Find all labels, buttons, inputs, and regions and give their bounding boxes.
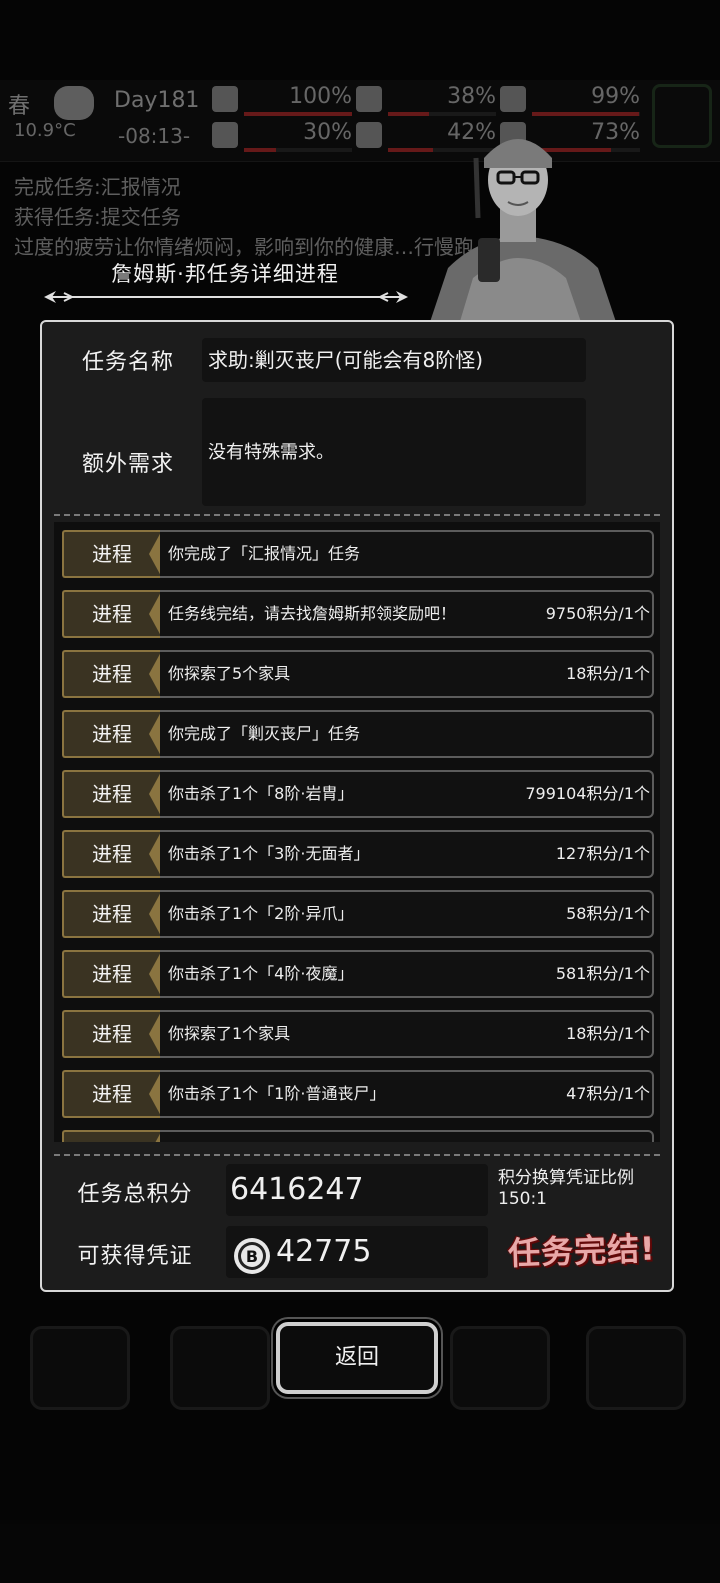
voucher-field: B 42775 xyxy=(226,1226,488,1278)
stat-value: 38% xyxy=(447,84,496,109)
progress-tag: 进程 xyxy=(62,1130,161,1142)
cloud-icon xyxy=(54,86,94,120)
progress-text: 你击杀了1个「8阶·岩胄」 xyxy=(168,784,354,803)
npc-portrait xyxy=(428,139,618,328)
progress-row: 进程 你击杀了1个「2阶·异爪」 58积分/1个 xyxy=(62,888,654,938)
thermometer-icon xyxy=(212,122,238,148)
progress-tag: 进程 xyxy=(62,770,161,818)
divider xyxy=(54,514,660,516)
progress-row: 进程 你击杀了1个「1阶·普通丧尸」 47积分/1个 xyxy=(62,1068,654,1118)
stat-health: 100% xyxy=(212,84,352,118)
progress-points: 58积分/1个 xyxy=(566,904,650,923)
progress-tag: 进程 xyxy=(62,950,161,998)
progress-list[interactable]: 进程 你完成了「汇报情况」任务 进程 任务线完结，请去找詹姆斯邦领奖励吧！ 975… xyxy=(54,522,660,1142)
progress-row: 进程 你击杀了1个「3阶·无面者」 127积分/1个 xyxy=(62,828,654,878)
cart-icon xyxy=(450,1326,550,1410)
progress-text: 你探索了1个家具 xyxy=(168,1024,291,1043)
progress-points: 18积分/1个 xyxy=(566,664,650,683)
progress-tag: 进程 xyxy=(62,1070,161,1118)
progress-points: 581积分/1个 xyxy=(555,964,650,983)
title-ornament xyxy=(44,291,408,303)
progress-text: 你击杀了1个「3阶·无面者」 xyxy=(168,844,370,863)
progress-tag: 进程 xyxy=(62,1010,161,1058)
extra-requirement-label: 额外需求 xyxy=(78,446,178,478)
stat-value: 100% xyxy=(289,84,352,109)
exchange-rate-value: 150:1 xyxy=(498,1189,547,1209)
season-label: 春 xyxy=(8,94,31,119)
progress-points: 47积分/1个 xyxy=(566,1084,650,1103)
task-complete-status: 任务完结! xyxy=(507,1229,657,1273)
progress-row: 进程 任务线完结，请去找詹姆斯邦领奖励吧！ 9750积分/1个 xyxy=(62,588,654,638)
progress-tag: 进程 xyxy=(62,710,161,758)
voucher-coin-icon: B xyxy=(234,1238,270,1274)
stat-value: 30% xyxy=(303,120,352,145)
progress-tag: 进程 xyxy=(62,830,161,878)
stomach-icon xyxy=(356,86,382,112)
progress-points: 18积分/1个 xyxy=(566,1024,650,1043)
divider xyxy=(54,1154,660,1156)
progress-row: 进程 你探索了1个家具 18积分/1个 xyxy=(62,1008,654,1058)
progress-tag: 进程 xyxy=(62,650,161,698)
stat-value: 99% xyxy=(591,84,640,109)
progress-row: 进程 你完成了「剿灭丧尸」任务 xyxy=(62,708,654,758)
backpack-icon xyxy=(30,1326,130,1410)
exchange-rate-label: 积分换算凭证比例 xyxy=(498,1168,634,1188)
progress-row: 进程 你完成了「汇报情况」任务 xyxy=(62,528,654,578)
brain-icon xyxy=(170,1326,270,1410)
progress-tag: 进程 xyxy=(62,890,161,938)
progress-text: 任务线完结，请去找詹姆斯邦领奖励吧！ xyxy=(168,604,457,623)
progress-row: 进程 你击杀了1个「8阶·岩胄」 799104积分/1个 xyxy=(62,768,654,818)
progress-text: 你击杀了1个「1阶·普通丧尸」 xyxy=(168,1084,386,1103)
exchange-rate: 积分换算凭证比例 150:1 xyxy=(498,1168,668,1210)
svg-text:B: B xyxy=(246,1247,258,1266)
progress-row: 进程 你探索了5个家具 18积分/1个 xyxy=(62,648,654,698)
progress-points: 9750积分/1个 xyxy=(545,604,650,623)
dialog-title: 詹姆斯·邦任务详细进程 xyxy=(111,262,339,286)
task-name-label: 任务名称 xyxy=(78,344,178,376)
progress-row-partial: 进程 xyxy=(62,1128,654,1142)
menu-icon xyxy=(586,1326,686,1410)
progress-text: 你完成了「汇报情况」任务 xyxy=(168,544,361,563)
temperature-label: 10.9°C xyxy=(14,120,76,141)
bottle-icon xyxy=(500,86,526,112)
stat-water: 99% xyxy=(500,84,640,118)
water-drop-icon xyxy=(356,122,382,148)
progress-text: 你击杀了1个「2阶·异爪」 xyxy=(168,904,354,923)
task-progress-dialog: 任务名称 求助:剿灭丧尸(可能会有8阶怪) 额外需求 没有特殊需求。 进程 你完… xyxy=(40,320,674,1292)
progress-text: 你探索了5个家具 xyxy=(168,664,291,683)
progress-text: 你完成了「剿灭丧尸」任务 xyxy=(168,724,361,743)
task-name-field: 求助:剿灭丧尸(可能会有8阶怪) xyxy=(202,338,586,382)
stat-hunger: 38% xyxy=(356,84,496,118)
back-button[interactable]: 返回 xyxy=(276,1322,438,1394)
extra-requirement-field: 没有特殊需求。 xyxy=(202,398,586,506)
progress-text: 你击杀了1个「4阶·夜魔」 xyxy=(168,964,354,983)
day-counter: Day181 xyxy=(114,88,200,113)
stat-temperature: 30% xyxy=(212,120,352,154)
total-points-label: 任务总积分 xyxy=(74,1176,196,1208)
equipment-slot xyxy=(652,84,712,148)
medkit-icon xyxy=(212,86,238,112)
progress-points: 799104积分/1个 xyxy=(525,784,650,803)
clock-label: -08:13- xyxy=(118,124,191,148)
progress-row: 进程 你击杀了1个「4阶·夜魔」 581积分/1个 xyxy=(62,948,654,998)
total-points-field: 6416247 xyxy=(226,1164,488,1216)
progress-tag: 进程 xyxy=(62,530,161,578)
progress-points: 127积分/1个 xyxy=(555,844,650,863)
voucher-value: 42775 xyxy=(276,1234,372,1269)
progress-tag: 进程 xyxy=(62,590,161,638)
voucher-label: 可获得凭证 xyxy=(74,1238,196,1270)
